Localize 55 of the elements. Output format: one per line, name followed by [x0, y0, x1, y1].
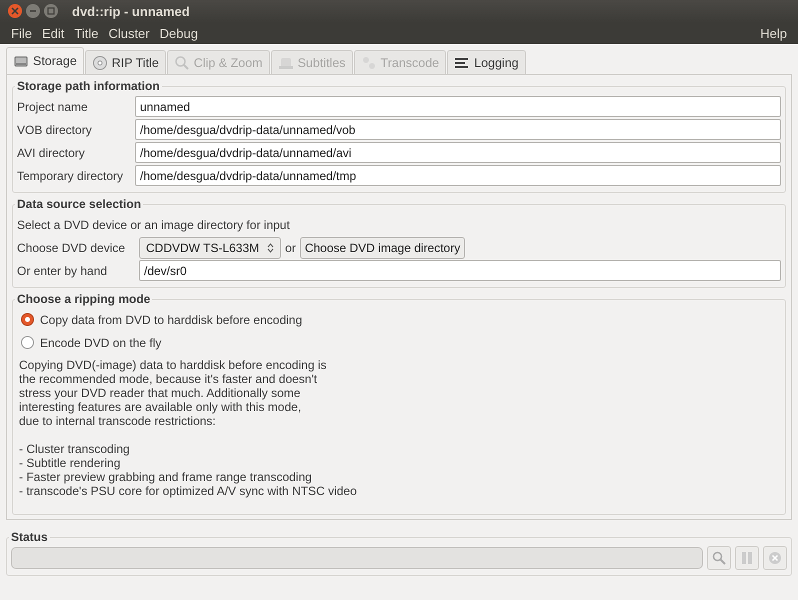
- tab[interactable]: Storage: [6, 47, 84, 74]
- radio-label[interactable]: Encode DVD on the fly: [40, 336, 162, 350]
- disc-icon: [92, 54, 108, 70]
- close-icon: [768, 551, 782, 565]
- field-label: VOB directory: [17, 122, 93, 136]
- input-field[interactable]: unnamed: [135, 96, 781, 117]
- description-text: Copying DVD(-image) data to harddisk before encoding is: [19, 358, 328, 372]
- pause-icon: [741, 551, 753, 565]
- search-icon: [712, 551, 726, 565]
- feature-item: - Cluster transcoding: [19, 442, 131, 456]
- spinner-icon: [267, 242, 274, 254]
- description-text: due to internal transcode restrictions:: [19, 414, 217, 428]
- description-text: interesting features are available only with this mode,: [19, 400, 302, 414]
- tab[interactable]: RIP Title: [84, 50, 166, 74]
- menu-item[interactable]: Help: [755, 26, 792, 40]
- device-dropdown[interactable]: CDDVDW TS-L633M: [139, 236, 282, 258]
- section-title: Data source selection: [16, 197, 142, 211]
- or-label: or: [285, 240, 296, 254]
- close-button[interactable]: [8, 4, 22, 18]
- field-label: Or enter by hand: [17, 264, 108, 278]
- search-icon: [174, 54, 190, 70]
- choose-directory-button[interactable]: Choose DVD image directory: [300, 236, 466, 258]
- feature-item: - Subtitle rendering: [19, 456, 122, 470]
- menu-item[interactable]: Cluster: [103, 26, 155, 40]
- feature-item: - transcode's PSU core for optimized A/V sync with NTSC video: [19, 484, 358, 498]
- hint-text: Select a DVD device or an image directory for input: [17, 218, 290, 232]
- section-title: Status: [10, 530, 49, 544]
- radio-button[interactable]: [21, 336, 34, 349]
- input-field[interactable]: /home/desgua/dvdrip-data/unnamed/tmp: [135, 165, 781, 186]
- menu-item[interactable]: Title: [69, 26, 104, 40]
- section-title: Storage path information: [16, 79, 161, 93]
- input-field[interactable]: /dev/sr0: [139, 260, 781, 281]
- field-label: Choose DVD device: [17, 240, 126, 254]
- maximize-icon: [47, 7, 55, 15]
- maximize-button[interactable]: [44, 4, 58, 18]
- menu-item[interactable]: File: [6, 26, 37, 40]
- menu-item[interactable]: Edit: [36, 26, 70, 40]
- description-text: the recommended mode, because it's faster and doesn't: [19, 372, 318, 386]
- input-field[interactable]: /home/desgua/dvdrip-data/unnamed/avi: [135, 142, 781, 163]
- menu-item[interactable]: Debug: [154, 26, 203, 40]
- field-label: AVI directory: [17, 146, 86, 160]
- feature-item: - Faster preview grabbing and frame range transcoding: [19, 470, 313, 484]
- minimize-button[interactable]: [26, 4, 40, 18]
- close-icon: [11, 7, 19, 15]
- radio-button[interactable]: [21, 313, 34, 326]
- field-label: Project name: [17, 100, 89, 114]
- cancel-button[interactable]: [763, 546, 787, 570]
- section-title: Choose a ripping mode: [16, 292, 152, 306]
- field-label: Temporary directory: [17, 168, 124, 182]
- radio-label[interactable]: Copy data from DVD to harddisk before encoding: [40, 312, 302, 326]
- tab[interactable]: Logging: [447, 50, 526, 74]
- window-title: dvd::rip - unnamed: [72, 4, 190, 18]
- input-field[interactable]: /home/desgua/dvdrip-data/unnamed/vob: [135, 119, 781, 140]
- description-text: stress your DVD reader that much. Additionally some: [19, 386, 302, 400]
- zoom-button[interactable]: [707, 546, 731, 570]
